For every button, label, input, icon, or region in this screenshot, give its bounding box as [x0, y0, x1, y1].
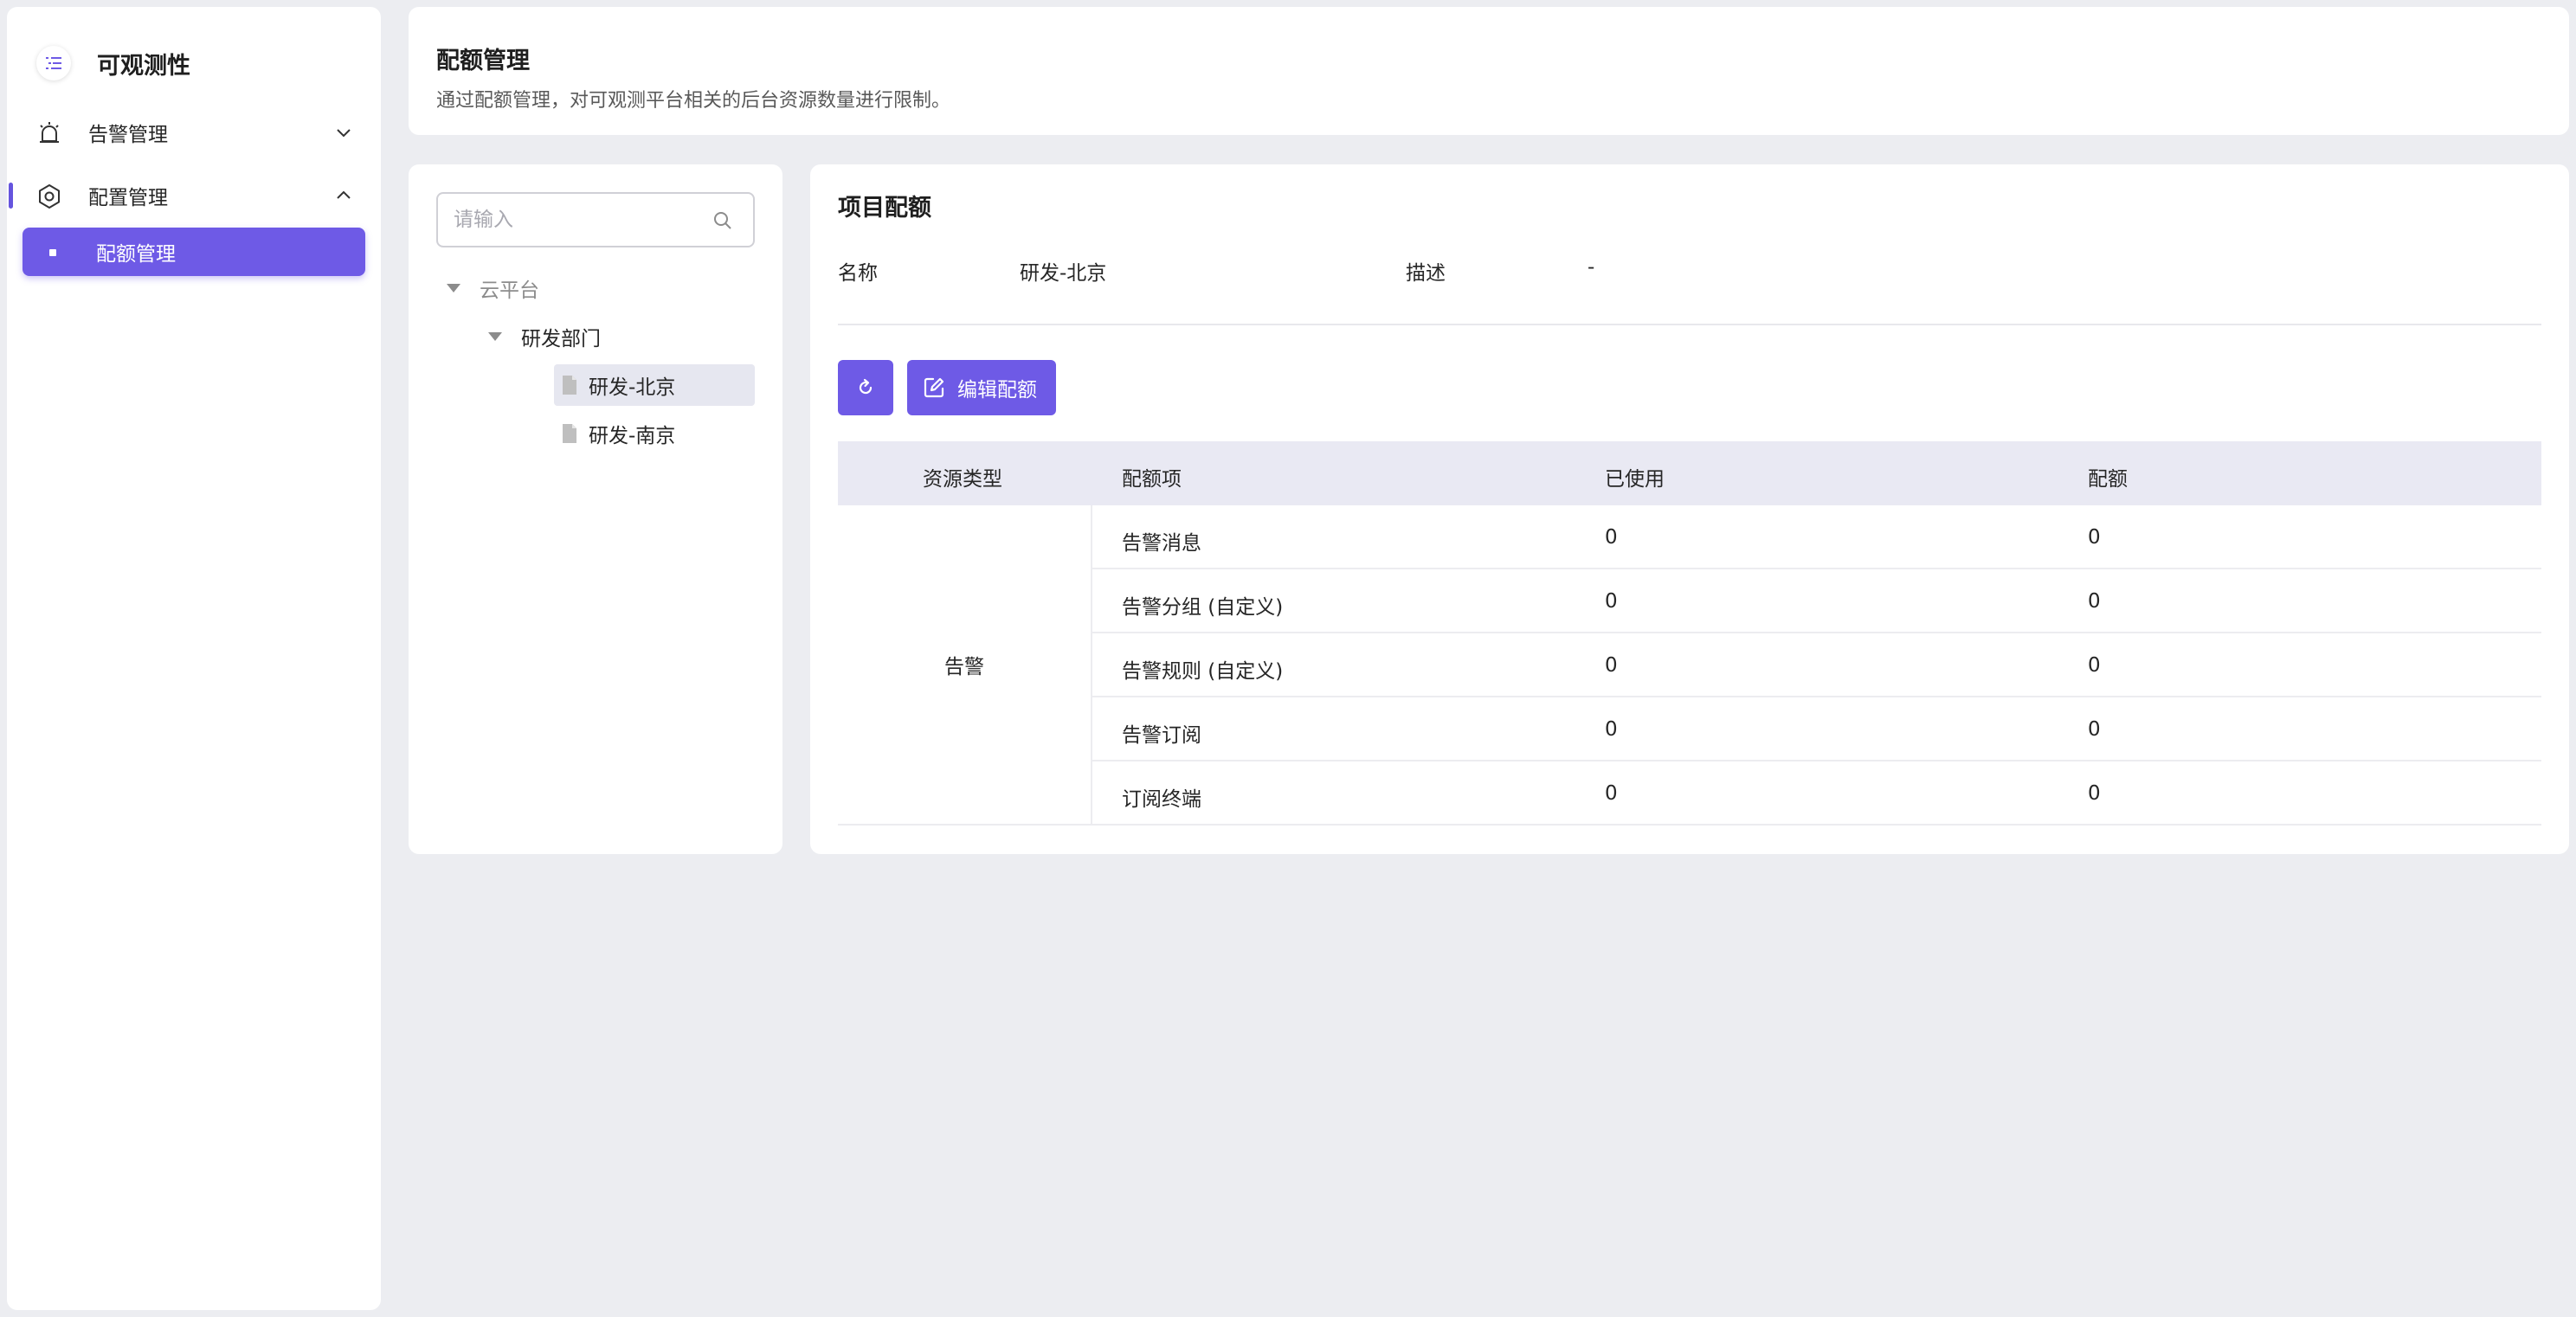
- bullet-icon: [49, 249, 56, 256]
- used-value: 0: [1605, 590, 1618, 613]
- tree-node-label: 研发-北京: [589, 376, 676, 399]
- divider: [838, 324, 2541, 325]
- search-icon: [714, 212, 731, 229]
- edit-quota-button[interactable]: 编辑配额: [907, 360, 1056, 415]
- tree-node-rd[interactable]: 研发部门: [488, 316, 755, 357]
- tree-node-label: 研发部门: [521, 328, 601, 350]
- sidebar-subitem-quota[interactable]: 配额管理: [23, 228, 365, 276]
- refresh-button[interactable]: [838, 360, 893, 415]
- column-header: 资源类型: [923, 468, 1002, 491]
- table-body: 告警 告警消息 0 0 告警分组 (自定义) 0 0 告警规则 (自定义) 0 …: [838, 505, 2541, 826]
- edit-icon: [924, 377, 944, 398]
- caret-down-icon[interactable]: [488, 332, 502, 341]
- tree-node-label: 研发-南京: [589, 425, 676, 447]
- resource-type-cell: 告警: [838, 505, 1092, 826]
- chevron-down-icon: [337, 129, 351, 138]
- sidebar-subitem-label: 配额管理: [96, 243, 176, 266]
- page-header: 配额管理 通过配额管理，对可观测平台相关的后台资源数量进行限制。: [409, 7, 2569, 135]
- name-label: 名称: [838, 262, 878, 285]
- sidebar-item-config[interactable]: 配置管理: [7, 171, 381, 220]
- section-title: 项目配额: [838, 195, 931, 222]
- quota-item: 告警订阅: [1122, 724, 1201, 747]
- tree-search-input[interactable]: [436, 192, 755, 247]
- quota-item: 订阅终端: [1122, 788, 1201, 811]
- used-value: 0: [1605, 782, 1618, 805]
- tree-node-rd-beijing[interactable]: 研发-北京: [554, 364, 755, 406]
- quota-value: 0: [2088, 654, 2101, 677]
- quota-item: 告警分组 (自定义): [1122, 596, 1284, 619]
- sidebar-item-label: 配置管理: [88, 187, 168, 209]
- quota-value: 0: [2088, 718, 2101, 741]
- name-value: 研发-北京: [1020, 262, 1107, 285]
- tree-node-rd-nanjing[interactable]: 研发-南京: [554, 413, 755, 454]
- description-label: 描述: [1406, 262, 1446, 285]
- table-header: 资源类型 配额项 已使用 配额: [838, 441, 2541, 505]
- table-row: 告警订阅 0 0: [1092, 697, 2541, 761]
- quota-table: 资源类型 配额项 已使用 配额 告警 告警消息 0 0 告警分组 (自定义) 0…: [838, 441, 2541, 826]
- column-header: 配额: [2088, 468, 2128, 491]
- quota-value: 0: [2088, 590, 2101, 613]
- table-row: 告警分组 (自定义) 0 0: [1092, 569, 2541, 633]
- menu-toggle-icon[interactable]: [36, 46, 71, 80]
- refresh-icon: [859, 378, 873, 395]
- tree-node-label: 云平台: [480, 279, 539, 302]
- quota-item: 告警消息: [1122, 532, 1201, 555]
- page-description: 通过配额管理，对可观测平台相关的后台资源数量进行限制。: [436, 90, 951, 112]
- quota-value: 0: [2088, 782, 2101, 805]
- app-title: 可观测性: [97, 52, 190, 80]
- caret-down-icon[interactable]: [447, 284, 460, 292]
- chevron-up-icon: [337, 190, 351, 199]
- used-value: 0: [1605, 654, 1618, 677]
- project-tree-panel: 云平台 研发部门 研发-北京 研发-南京: [409, 164, 782, 854]
- file-icon: [563, 376, 576, 395]
- used-value: 0: [1605, 526, 1618, 549]
- description-value: -: [1587, 256, 1595, 279]
- tree-node-cloud[interactable]: 云平台: [447, 267, 755, 309]
- gear-icon: [39, 184, 60, 209]
- file-icon: [563, 424, 576, 443]
- sidebar-item-alarm[interactable]: 告警管理: [7, 108, 381, 157]
- column-header: 配额项: [1122, 468, 1182, 491]
- alarm-bell-icon: [40, 122, 59, 143]
- sidebar-item-label: 告警管理: [88, 124, 168, 146]
- quota-value: 0: [2088, 526, 2101, 549]
- column-header: 已使用: [1605, 468, 1665, 491]
- table-row: 告警消息 0 0: [1092, 505, 2541, 569]
- quota-panel: 项目配额 名称 研发-北京 描述 - 编辑配额 资源类型 配额项 已使用 配额 …: [810, 164, 2569, 854]
- sidebar: 可观测性 告警管理 配置管理 配额管理: [7, 7, 381, 1310]
- edit-quota-label: 编辑配额: [957, 379, 1037, 402]
- table-row: 告警规则 (自定义) 0 0: [1092, 633, 2541, 697]
- sidebar-header: 可观测性: [36, 45, 190, 81]
- quota-item: 告警规则 (自定义): [1122, 660, 1284, 683]
- page-title: 配额管理: [436, 48, 530, 74]
- table-row: 订阅终端 0 0: [1092, 761, 2541, 826]
- used-value: 0: [1605, 718, 1618, 741]
